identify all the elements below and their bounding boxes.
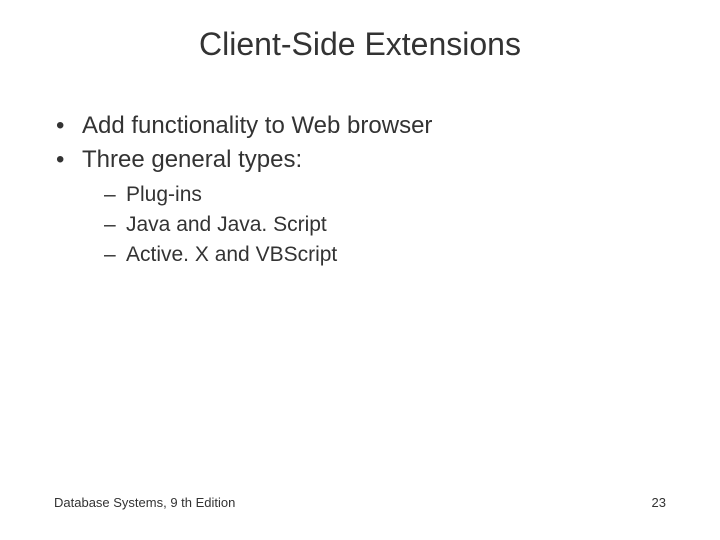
bullet-icon: •	[54, 144, 82, 176]
footer-source: Database Systems, 9 th Edition	[54, 495, 235, 510]
bullet-item: • Three general types:	[54, 144, 666, 176]
sub-bullet-item: – Plug-ins	[104, 181, 666, 209]
sub-bullet-list: – Plug-ins – Java and Java. Script – Act…	[104, 181, 666, 270]
dash-icon: –	[104, 241, 126, 269]
slide: Client-Side Extensions • Add functionali…	[0, 0, 720, 540]
sub-bullet-text: Active. X and VBScript	[126, 241, 337, 269]
dash-icon: –	[104, 181, 126, 209]
slide-title: Client-Side Extensions	[0, 26, 720, 63]
sub-bullet-item: – Active. X and VBScript	[104, 241, 666, 269]
sub-bullet-text: Plug-ins	[126, 181, 202, 209]
slide-body: • Add functionality to Web browser • Thr…	[54, 110, 666, 272]
bullet-text: Add functionality to Web browser	[82, 110, 666, 142]
sub-bullet-text: Java and Java. Script	[126, 211, 327, 239]
bullet-text: Three general types:	[82, 144, 666, 176]
dash-icon: –	[104, 211, 126, 239]
footer-page-number: 23	[652, 495, 666, 510]
bullet-icon: •	[54, 110, 82, 142]
sub-bullet-item: – Java and Java. Script	[104, 211, 666, 239]
bullet-item: • Add functionality to Web browser	[54, 110, 666, 142]
